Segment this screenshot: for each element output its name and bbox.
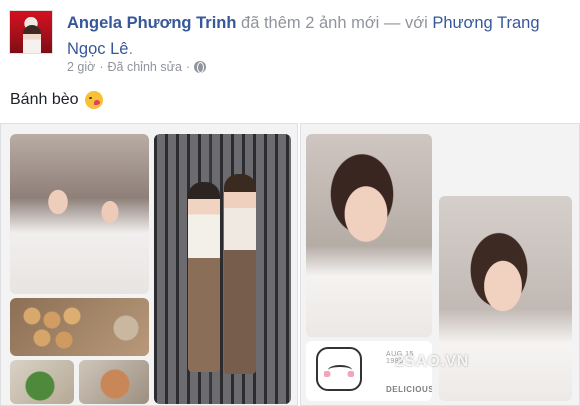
full-body-photo-tile[interactable] [154,134,291,404]
photo-collage-left[interactable] [0,123,298,406]
herb-dish-tile[interactable] [10,360,74,404]
meta-separator-2: · [185,60,191,74]
sticker-tile[interactable]: AUG 15 1983 DELICIOUS! [306,341,432,401]
meta-separator: · [99,60,104,74]
post-header: Angela Phương Trinh đã thêm 2 ảnh mới — … [0,0,580,82]
title-period: . [128,40,134,58]
watermark-logo: 2SAO.VN [395,353,469,370]
author-name-link[interactable]: Angela Phương Trinh [67,14,236,32]
edited-label[interactable]: Đã chỉnh sửa [108,60,182,74]
post-caption: Bánh bèo [10,91,103,109]
sticker-text: DELICIOUS! [386,385,432,394]
post-title-line: Angela Phương Trinh đã thêm 2 ảnh mới — … [67,10,567,62]
caption-text: Bánh bèo [10,91,79,108]
profile-avatar[interactable] [9,10,53,54]
post-timestamp[interactable]: 2 giờ [67,60,95,74]
cute-face-sticker-icon [316,347,362,391]
globe-icon[interactable] [194,61,207,73]
banh-beo-food-tile[interactable] [10,298,149,356]
portrait-photo-tile[interactable] [306,134,432,337]
pancake-dish-tile[interactable] [79,360,149,404]
kissing-face-emoji-icon [84,91,103,109]
selfie-photo-tile[interactable] [10,134,149,294]
post-meta: 2 giờ · Đã chỉnh sửa · [67,60,207,74]
post-action-text: đã thêm 2 ảnh mới — với [236,14,433,32]
